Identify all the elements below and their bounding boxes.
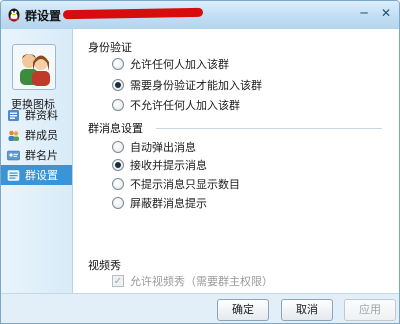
identity-option-require-verification[interactable]: 需要身份验证才能加入该群	[112, 77, 262, 93]
section-title-messages: 群消息设置	[88, 122, 143, 135]
radio-button[interactable]	[112, 79, 124, 91]
video-show-option[interactable]: ✓ 允许视频秀（需要群主权限）	[112, 273, 273, 289]
checkbox-label: 允许视频秀（需要群主权限）	[130, 275, 273, 288]
checkbox[interactable]: ✓	[112, 275, 124, 287]
group-members-icon	[8, 130, 19, 141]
sidebar-item-label: 群资料	[25, 109, 58, 122]
radio-label: 屏蔽群消息提示	[130, 197, 207, 210]
close-button[interactable]: ✕	[378, 5, 394, 21]
sidebar-item-label: 群成员	[25, 129, 58, 142]
group-card-icon	[7, 150, 20, 160]
radio-button[interactable]	[112, 99, 124, 111]
window-title: 群设置	[25, 9, 62, 23]
identity-option-allow-all[interactable]: 允许任何人加入该群	[112, 56, 229, 72]
sidebar-item-group-settings[interactable]: 群设置	[1, 165, 72, 185]
apply-button[interactable]: 应用	[344, 299, 396, 321]
redaction-mark	[62, 7, 204, 20]
group-info-icon	[8, 109, 19, 121]
minimize-button[interactable]: ─	[356, 5, 372, 21]
radio-button[interactable]	[112, 197, 124, 209]
dialog-button-bar: 确定 取消 应用	[1, 293, 399, 323]
radio-label: 需要身份验证才能加入该群	[130, 79, 262, 92]
sidebar-item-group-card[interactable]: 群名片	[1, 145, 72, 165]
radio-label: 不允许任何人加入该群	[130, 99, 240, 112]
radio-button[interactable]	[112, 178, 124, 190]
radio-label: 允许任何人加入该群	[130, 58, 229, 71]
sidebar-item-group-members[interactable]: 群成员	[1, 125, 72, 145]
radio-label: 不提示消息只显示数目	[130, 178, 240, 191]
radio-label: 接收并提示消息	[130, 159, 207, 172]
group-avatar-icon	[20, 54, 50, 86]
ok-button[interactable]: 确定	[217, 299, 269, 321]
identity-option-deny-all[interactable]: 不允许任何人加入该群	[112, 97, 240, 113]
section-divider	[156, 128, 382, 129]
settings-panel: 身份验证 允许任何人加入该群 需要身份验证才能加入该群 不允许任何人加入该群 群…	[74, 29, 399, 293]
radio-button[interactable]	[112, 141, 124, 153]
section-title-video: 视频秀	[88, 259, 121, 272]
section-title-identity: 身份验证	[88, 41, 132, 54]
cancel-button[interactable]: 取消	[281, 299, 333, 321]
sidebar-item-group-info[interactable]: 群资料	[1, 105, 72, 125]
message-option-auto-popup[interactable]: 自动弹出消息	[112, 139, 196, 155]
group-settings-window: 群设置 ─ ✕ 更换图标 群资料 群成员 群名片 群设置 身份验证 允许任何人加…	[0, 0, 400, 324]
group-settings-icon	[7, 169, 20, 181]
group-avatar[interactable]	[12, 44, 56, 90]
message-option-receive-notify[interactable]: 接收并提示消息	[112, 157, 207, 173]
qq-penguin-icon	[8, 8, 20, 22]
sidebar-item-label: 群名片	[25, 149, 58, 162]
radio-button[interactable]	[112, 58, 124, 70]
message-option-block[interactable]: 屏蔽群消息提示	[112, 195, 207, 211]
title-bar[interactable]: 群设置 ─ ✕	[1, 1, 399, 29]
message-option-count-only[interactable]: 不提示消息只显示数目	[112, 176, 240, 192]
sidebar: 更换图标 群资料 群成员 群名片 群设置	[1, 29, 73, 293]
radio-label: 自动弹出消息	[130, 141, 196, 154]
radio-button[interactable]	[112, 159, 124, 171]
sidebar-item-label: 群设置	[25, 169, 58, 182]
